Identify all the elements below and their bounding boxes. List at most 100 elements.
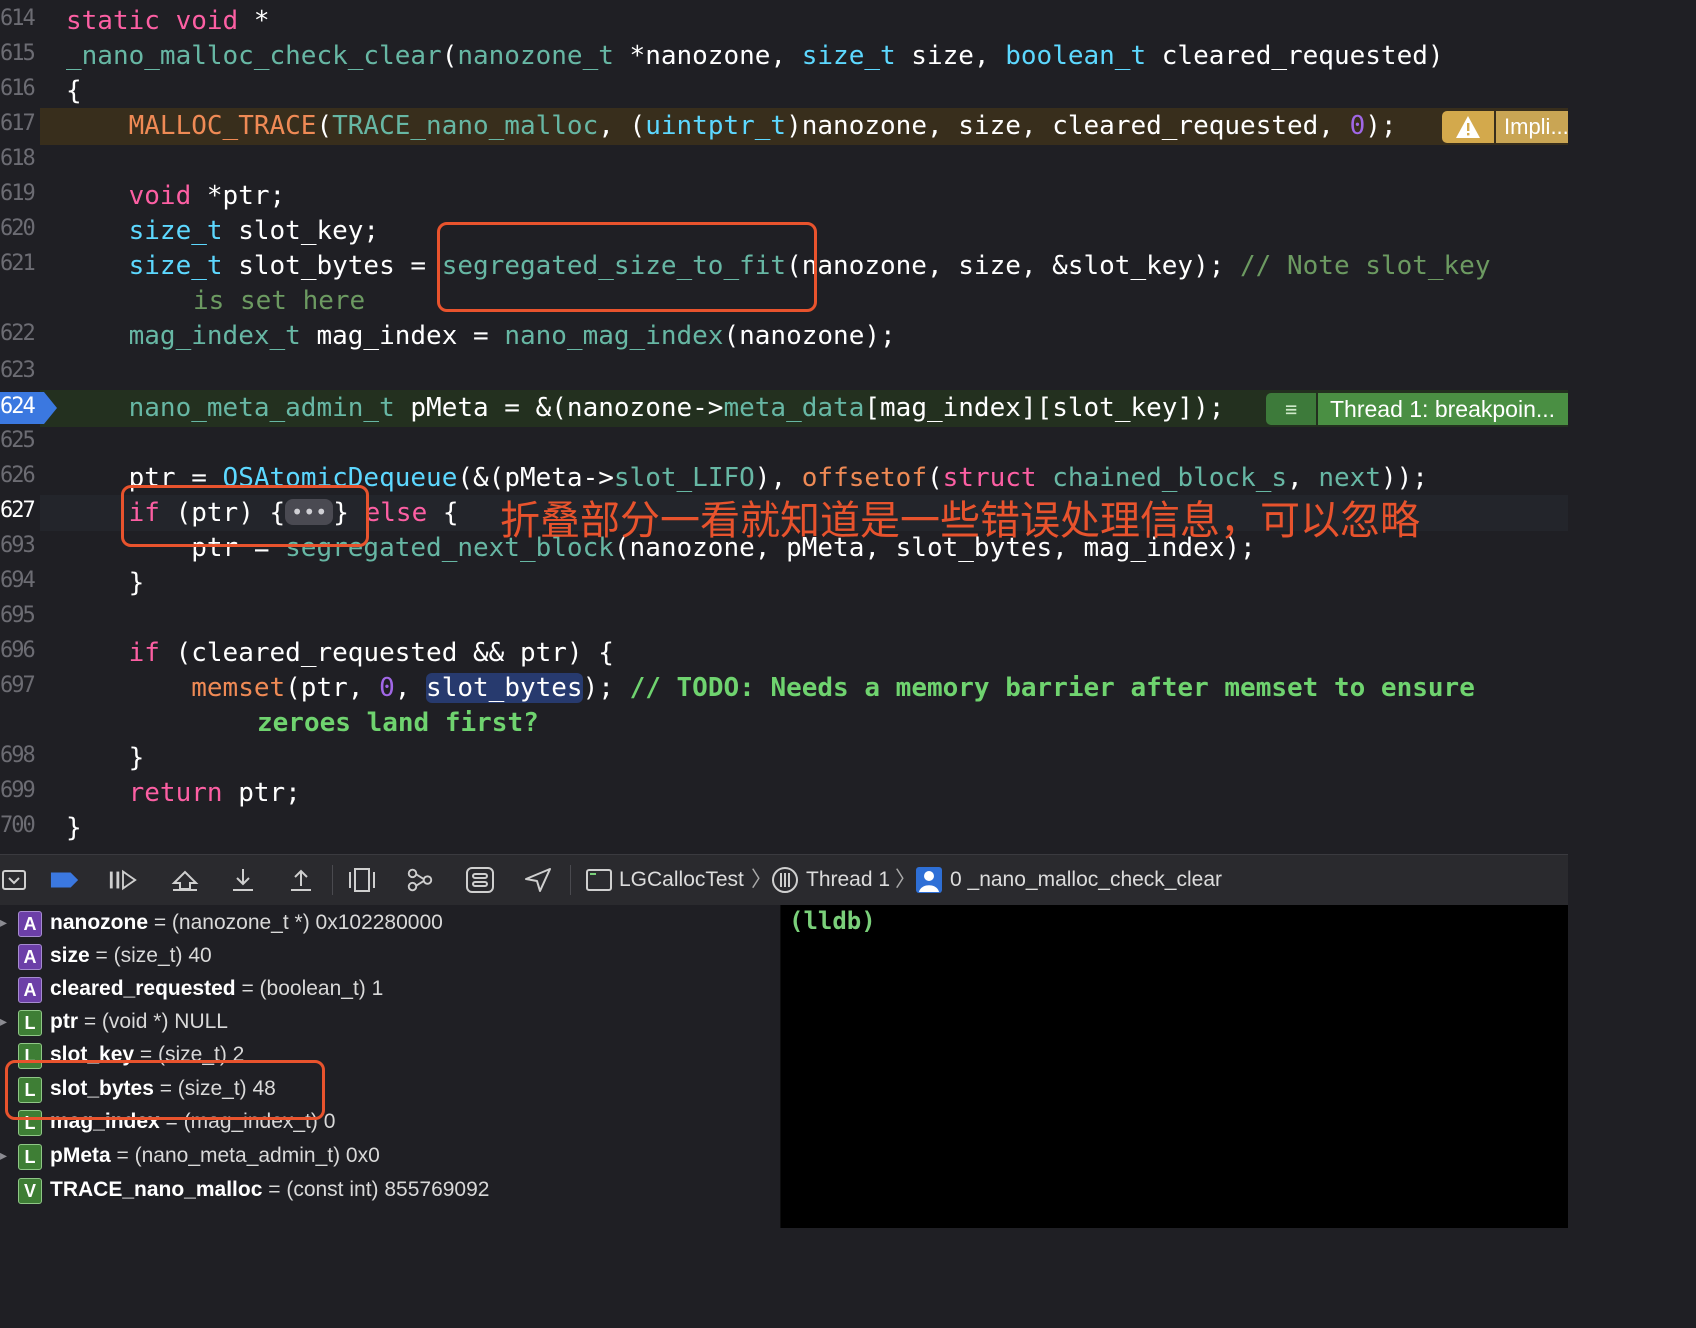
line-number: 625 [0,428,36,453]
code-line: _nano_malloc_check_clear(nanozone_t *nan… [66,41,1444,71]
code-line: void *ptr; [128,181,286,211]
code-line: } [66,743,145,773]
variables-view[interactable]: ▸ A nanozone = (nanozone_t *) 0x10228000… [0,905,780,1228]
line-615: 615 _nano_malloc_check_clear(nanozone_t … [0,39,1568,74]
code-continuation: zeroes land first? [257,708,539,738]
disclosure-triangle-icon[interactable]: ▸ [0,1005,7,1038]
variable-row[interactable]: A size = (size_t) 40 [0,939,780,972]
variable-value: = (size_t) 40 [89,944,212,967]
memory-graph-icon[interactable] [405,867,435,893]
variable-row[interactable]: ▸ A nanozone = (nanozone_t *) 0x10228000… [0,906,780,939]
variable-row[interactable]: A cleared_requested = (boolean_t) 1 [0,972,780,1005]
code-line: size_t slot_key; [128,216,380,246]
breadcrumb-target[interactable]: LGCallocTest [619,867,744,893]
variable-value: = (boolean_t) 1 [235,977,384,1000]
variable-name: nanozone [50,911,148,934]
annotation-text: 折叠部分一看就知道是一些错误处理信息，可以忽略 [500,498,1420,544]
line-number: 614 [0,6,36,31]
warning-message[interactable]: Impli... [1496,111,1568,143]
line-number: 696 [0,638,36,663]
line-622: 622 mag_index_t mag_index = nano_mag_ind… [0,319,1568,354]
breakpoint-lines-icon[interactable]: ≡ [1266,393,1316,425]
warning-badge[interactable] [1442,111,1494,143]
toolbar-divider [332,865,333,895]
line-696: 696 if (cleared_requested && ptr) { [0,636,1568,671]
breadcrumb-thread[interactable]: Thread 1 [806,867,890,893]
line-number: 619 [0,181,36,206]
line-699: 699 return ptr; [0,776,1568,811]
disclosure-triangle-icon[interactable]: ▸ [0,1139,7,1172]
highlight-box-if-ptr [121,485,369,547]
code-line: { [66,76,82,106]
disclosure-triangle-icon[interactable]: ▸ [0,906,7,939]
line-617: 617 MALLOC_TRACE(TRACE_nano_malloc, (uin… [0,109,1568,144]
line-number: 621 [0,251,36,276]
simulate-location-icon[interactable] [523,867,553,893]
code-continuation: is set here [193,286,366,316]
line-number: 693 [0,533,36,558]
variable-name: TRACE_nano_malloc [50,1178,263,1201]
thread-icon [770,867,800,893]
variable-value: = (const int) 855769092 [262,1178,490,1201]
lldb-prompt: (lldb) [789,907,876,935]
source-editor[interactable]: 614 static void * 615 _nano_malloc_check… [0,0,1568,854]
line-number: 622 [0,321,36,346]
argument-badge-icon: A [18,944,42,970]
step-out-icon[interactable] [286,867,316,893]
variable-name: size [50,944,90,967]
breadcrumb-frame[interactable]: 0 _nano_malloc_check_clear [950,867,1222,893]
step-into-icon[interactable] [228,867,258,893]
highlight-box-segregated-size [437,222,817,312]
hide-debug-area-icon[interactable] [0,867,30,893]
line-number: 617 [0,111,36,136]
line-695: 695 [0,601,1568,636]
line-number: 699 [0,778,36,803]
code-line: } [66,813,82,843]
code-line: MALLOC_TRACE(TRACE_nano_malloc, (uintptr… [128,111,1397,141]
variable-name: ptr [50,1010,78,1033]
line-number: 695 [0,603,36,628]
environment-overrides-icon[interactable] [465,867,495,893]
local-badge-icon: L [18,1010,42,1036]
chevron-right-icon: 〉 [751,868,772,891]
line-number: 624 [0,394,36,419]
line-698: 698 } [0,741,1568,776]
line-614: 614 static void * [0,4,1568,39]
code-line: memset(ptr, 0, slot_bytes); // TODO: Nee… [191,673,1475,703]
variable-row[interactable]: ▸ L pMeta = (nano_meta_admin_t) 0x0 [0,1139,780,1172]
line-618: 618 [0,144,1568,179]
variable-value: = (void *) NULL [78,1010,228,1033]
toolbar-divider [570,865,571,895]
line-625: 625 [0,426,1568,461]
continue-icon[interactable] [108,867,138,893]
code-line: return ptr; [128,778,301,808]
frame-user-icon [914,867,944,893]
variable-row[interactable]: V TRACE_nano_malloc = (const int) 855769… [0,1173,780,1206]
line-694: 694 } [0,566,1568,601]
highlight-box-slot-bytes [5,1060,325,1120]
breakpoint-message[interactable]: Thread 1: breakpoin... [1318,393,1568,425]
line-number: 620 [0,216,36,241]
code-line: nano_meta_admin_t pMeta = &(nanozone->me… [128,393,1225,423]
line-number: 700 [0,813,36,838]
line-619: 619 void *ptr; [0,179,1568,214]
line-623: 623 [0,356,1568,391]
variable-name: pMeta [50,1144,111,1167]
line-number: 615 [0,41,36,66]
line-700: 700 } [0,811,1568,846]
debug-toolbar: LGCallocTest 〉 Thread 1 〉 0 _nano_malloc… [0,854,1568,906]
step-over-icon[interactable] [170,867,200,893]
variable-row[interactable]: ▸ L ptr = (void *) NULL [0,1005,780,1038]
selected-text: slot_bytes [426,673,583,703]
argument-badge-icon: A [18,977,42,1003]
view-hierarchy-icon[interactable] [347,867,377,893]
code-line: static void * [66,6,270,36]
variable-value: = (nano_meta_admin_t) 0x0 [110,1144,380,1167]
line-number: 697 [0,673,36,698]
lldb-console[interactable]: (lldb) [781,905,1568,1228]
variable-value: = (nanozone_t *) 0x102280000 [148,911,443,934]
code-line: mag_index_t mag_index = nano_mag_index(n… [128,321,896,351]
variable-badge-icon: V [18,1178,42,1204]
breakpoints-toggle-icon[interactable] [50,867,80,893]
code-line: } [66,568,145,598]
